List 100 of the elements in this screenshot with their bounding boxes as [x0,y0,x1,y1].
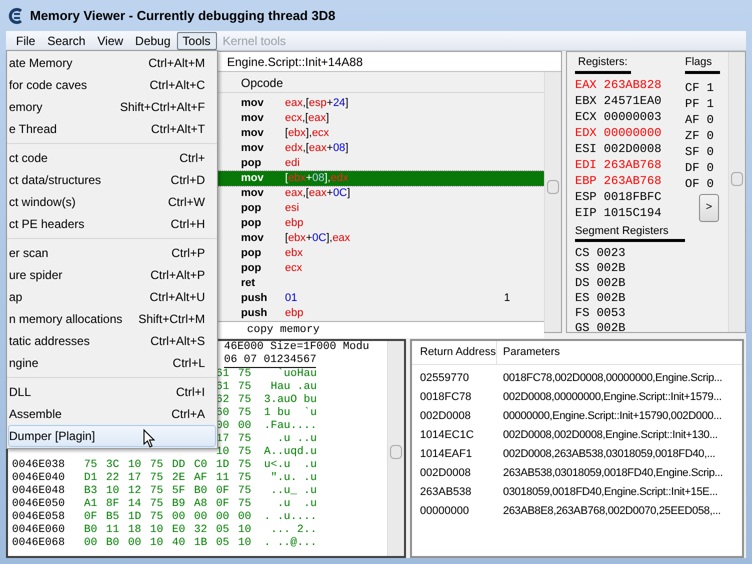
hex-byte[interactable]: 0F [216,485,236,498]
hex-byte[interactable]: 1D [128,511,148,524]
menu-entry[interactable]: e Thread Ctrl+Alt+T [8,118,216,140]
hex-byte[interactable]: 00 [216,511,236,524]
hex-byte[interactable]: AF [194,472,214,485]
hex-byte[interactable]: 75 [238,394,258,407]
scrollbar[interactable] [728,52,745,332]
hex-byte[interactable]: 0F [84,511,104,524]
menu-item[interactable]: Search [41,32,92,50]
hex-byte[interactable]: 10 [238,524,258,537]
hex-byte[interactable]: 40 [172,537,192,550]
hex-byte[interactable]: 75 [238,446,258,459]
hex-byte[interactable]: 1B [194,537,214,550]
hex-byte[interactable]: 00 [172,511,192,524]
hex-byte[interactable]: 75 [150,498,170,511]
menu-entry[interactable]: emory Shift+Ctrl+Alt+F [8,96,216,118]
register-value[interactable]: EAX 263AB828 [575,76,685,92]
hex-byte[interactable]: E0 [172,524,192,537]
register-value[interactable]: ECX 00000003 [575,108,685,124]
segment-register-value[interactable]: SS 002B [575,259,728,274]
hex-byte[interactable]: 75 [150,485,170,498]
hex-byte[interactable]: 75 [150,511,170,524]
hex-byte[interactable]: 05 [216,524,236,537]
register-value[interactable]: EIP 1015C194 [575,204,685,220]
flag-value[interactable]: AF 0 [685,110,714,126]
segment-register-value[interactable]: GS 002B [575,319,728,334]
menu-entry[interactable]: Dumper [Plagin] [8,425,216,447]
hex-byte[interactable]: 32 [194,524,214,537]
hex-byte[interactable]: 14 [128,498,148,511]
hex-byte[interactable]: 75 [238,368,258,381]
hex-byte[interactable]: 3C [106,459,126,472]
hex-byte[interactable]: 00 [84,537,104,550]
hex-byte[interactable]: 17 [128,472,148,485]
hex-byte[interactable]: D1 [84,472,104,485]
hex-byte[interactable]: B0 [194,485,214,498]
hex-byte[interactable]: 0F [216,498,236,511]
hex-byte[interactable]: B0 [84,524,104,537]
hex-byte[interactable]: 75 [238,407,258,420]
hex-byte[interactable]: A8 [194,498,214,511]
hex-byte[interactable]: B9 [172,498,192,511]
register-value[interactable]: EDX 00000000 [575,124,685,140]
hex-byte[interactable]: 5F [172,485,192,498]
flag-value[interactable]: DF 0 [685,158,714,174]
flag-value[interactable]: CF 1 [685,78,714,94]
menu-entry[interactable]: ct code Ctrl+ [8,147,216,169]
register-value[interactable]: ESP 0018FBFC [575,188,685,204]
segment-register-value[interactable]: ES 002B [575,289,728,304]
register-value[interactable]: EBX 24571EA0 [575,92,685,108]
hex-byte[interactable]: 12 [128,485,148,498]
hex-byte[interactable]: 00 [194,511,214,524]
hex-byte[interactable]: 75 [238,485,258,498]
register-value[interactable]: EBP 263AB768 [575,172,685,188]
flag-value[interactable]: ZF 0 [685,126,714,142]
hex-byte[interactable]: 75 [238,498,258,511]
hex-byte[interactable]: 10 [238,537,258,550]
menu-item[interactable]: Tools [176,32,217,50]
hex-byte[interactable]: 05 [216,537,236,550]
menu-entry[interactable]: er scan Ctrl+P [8,242,216,264]
flag-value[interactable]: OF 0 [685,174,714,190]
hex-byte[interactable]: 10 [150,537,170,550]
scrollbar[interactable] [544,72,561,332]
register-value[interactable]: EDI 263AB768 [575,156,685,172]
hex-byte[interactable]: 00 [238,511,258,524]
hex-byte[interactable]: B5 [106,511,126,524]
hex-byte[interactable]: 10 [128,459,148,472]
hex-byte[interactable]: 10 [106,485,126,498]
hex-byte[interactable]: 00 [128,537,148,550]
menu-entry[interactable]: for code caves Ctrl+Alt+C [8,74,216,96]
hex-byte[interactable]: 75 [150,472,170,485]
flag-value[interactable]: SF 0 [685,142,714,158]
menu-item[interactable]: View [91,32,130,50]
hex-byte[interactable]: 75 [238,459,258,472]
hex-byte[interactable]: 75 [238,433,258,446]
menu-entry[interactable]: ap Ctrl+Alt+U [8,286,216,308]
hex-byte[interactable]: 8F [106,498,126,511]
menu-item[interactable]: Debug [129,32,177,50]
register-value[interactable]: ESI 002D0008 [575,140,685,156]
hex-byte[interactable]: 18 [128,524,148,537]
segment-register-value[interactable]: FS 0053 [575,304,728,319]
menu-entry[interactable]: DLL Ctrl+I [8,381,216,403]
hex-byte[interactable]: 11 [216,472,236,485]
hex-byte[interactable]: 10 [216,446,236,459]
hex-byte[interactable]: 75 [238,472,258,485]
hex-byte[interactable]: 22 [106,472,126,485]
hex-byte[interactable]: 2E [172,472,192,485]
menu-entry[interactable]: Assemble Ctrl+A [8,403,216,425]
segment-register-value[interactable]: DS 002B [575,274,728,289]
hex-byte[interactable]: 00 [238,420,258,433]
expand-button[interactable]: > [699,194,719,222]
menu-item[interactable]: File [10,32,42,50]
hex-byte[interactable]: 75 [238,381,258,394]
scrollbar[interactable] [387,341,404,556]
hex-byte[interactable]: 1D [216,459,236,472]
column-header[interactable]: Parameters [497,341,742,364]
hex-byte[interactable]: B0 [106,537,126,550]
hex-byte[interactable]: 75 [84,459,104,472]
hex-byte[interactable]: 10 [150,524,170,537]
hex-byte[interactable]: 11 [106,524,126,537]
hex-byte[interactable]: A1 [84,498,104,511]
hex-byte[interactable]: DD [172,459,192,472]
